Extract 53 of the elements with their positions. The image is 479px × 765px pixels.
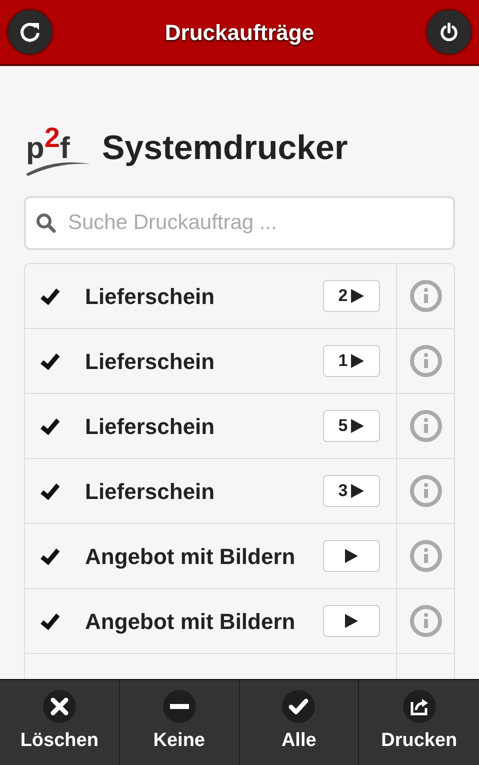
play-button[interactable]: 5 bbox=[323, 410, 380, 442]
play-icon bbox=[350, 483, 365, 499]
play-icon bbox=[344, 548, 359, 564]
job-label: Angebot mit Bildern bbox=[85, 542, 296, 571]
toolbar-button[interactable]: Drucken bbox=[359, 680, 479, 765]
job-label: Lieferschein bbox=[85, 412, 216, 440]
minus-icon bbox=[162, 690, 196, 723]
power-icon bbox=[439, 22, 459, 42]
printer-heading: Systemdrucker bbox=[102, 128, 348, 168]
info-button[interactable] bbox=[410, 280, 442, 312]
window-title: Druckaufträge bbox=[164, 18, 314, 47]
play-button[interactable] bbox=[323, 605, 380, 637]
job-label: Lieferschein bbox=[85, 478, 216, 506]
refresh-icon bbox=[19, 21, 41, 43]
job-item[interactable]: Lieferschein 5 bbox=[25, 394, 396, 458]
job-item[interactable]: Lieferschein 3 bbox=[25, 459, 396, 523]
info-icon bbox=[422, 353, 430, 369]
job-item[interactable]: Lieferschein 1 bbox=[25, 329, 396, 393]
search-icon bbox=[36, 213, 56, 233]
close-icon bbox=[42, 690, 76, 723]
job-item[interactable]: Angebot mit Bildern bbox=[25, 589, 396, 653]
checkmark-icon bbox=[282, 690, 316, 723]
refresh-button[interactable] bbox=[8, 10, 52, 54]
info-icon bbox=[422, 483, 430, 499]
play-button[interactable]: 2 bbox=[323, 280, 380, 312]
share-icon bbox=[402, 690, 436, 723]
info-icon bbox=[422, 613, 430, 629]
toolbar-button[interactable]: Keine bbox=[120, 680, 240, 765]
info-button[interactable] bbox=[410, 410, 442, 442]
job-label: Lieferschein bbox=[85, 282, 216, 310]
job-item[interactable]: Lieferschein 2 bbox=[25, 264, 396, 328]
power-button[interactable] bbox=[427, 10, 471, 54]
search-field[interactable]: Suche Druckauftrag ... bbox=[24, 196, 455, 250]
play-icon bbox=[350, 353, 365, 369]
info-button[interactable] bbox=[410, 475, 442, 507]
job-label: Lieferschein bbox=[85, 348, 216, 376]
play-button[interactable]: 1 bbox=[323, 345, 380, 377]
play-icon bbox=[344, 613, 359, 629]
job-label: Angebot mit Bildern bbox=[85, 608, 296, 636]
play-button[interactable]: 3 bbox=[323, 475, 380, 507]
job-item[interactable]: Angebot mit Bildern bbox=[25, 524, 396, 588]
info-button[interactable] bbox=[410, 345, 442, 377]
info-icon bbox=[422, 548, 430, 564]
info-icon bbox=[422, 418, 430, 434]
play-button[interactable] bbox=[323, 540, 380, 572]
toolbar-button[interactable]: Löschen bbox=[0, 680, 120, 765]
info-button[interactable] bbox=[410, 605, 442, 637]
info-button[interactable] bbox=[410, 540, 442, 572]
play-icon bbox=[350, 418, 365, 434]
logo: p2f bbox=[24, 118, 92, 178]
toolbar-button[interactable]: Alle bbox=[240, 680, 360, 765]
info-icon bbox=[422, 288, 430, 304]
play-icon bbox=[350, 288, 365, 304]
